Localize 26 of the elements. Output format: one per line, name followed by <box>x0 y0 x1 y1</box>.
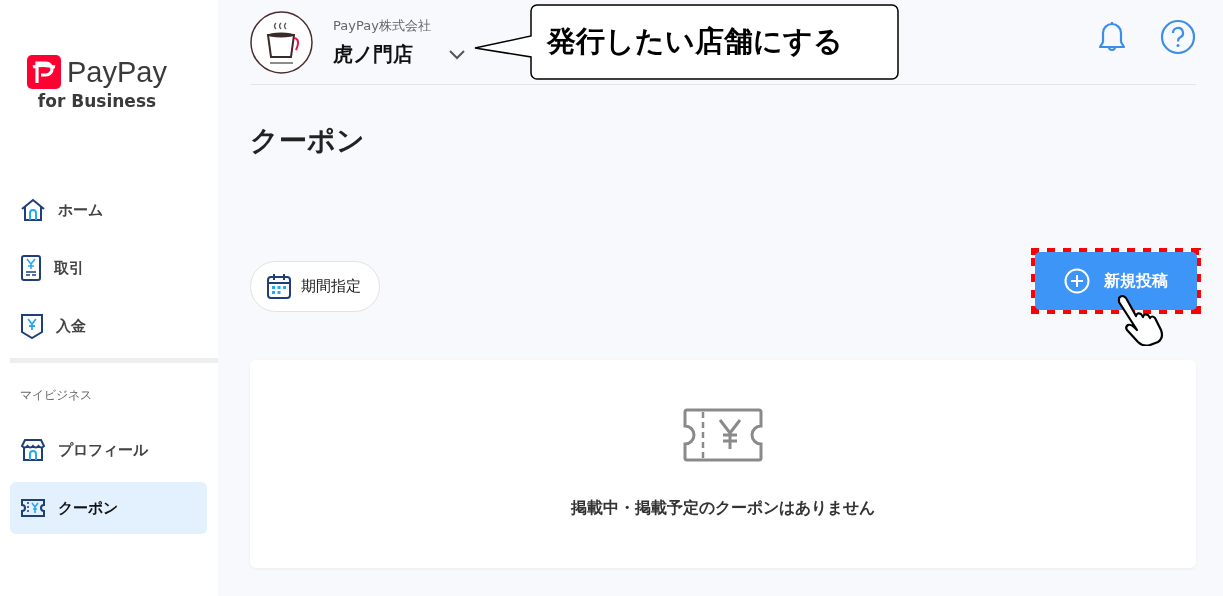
logo-icon <box>27 55 61 89</box>
sidebar-item[interactable]: 入金 <box>10 300 207 352</box>
brand-subtitle: for Business <box>37 91 157 111</box>
coupon-icon <box>20 498 46 518</box>
plus-circle-icon <box>1064 268 1090 294</box>
coupon-icon <box>683 408 763 462</box>
home-icon <box>20 198 46 222</box>
sidebar-item[interactable]: クーポン <box>10 482 207 534</box>
date-range-button[interactable]: 期間指定 <box>250 260 380 312</box>
store-logo-icon <box>250 10 313 74</box>
sidebar-item[interactable]: プロフィール <box>10 424 207 476</box>
yen-shield-icon <box>20 313 44 339</box>
section-label: マイビジネス <box>20 387 93 404</box>
shop-icon <box>20 438 46 462</box>
brand-name: PayPay <box>67 55 167 89</box>
empty-message: 掲載中・掲載予定のクーポンはありません <box>571 498 875 519</box>
sidebar-item[interactable]: ホーム <box>10 184 207 236</box>
sidebar-item[interactable]: 取引 <box>10 242 207 294</box>
calendar-icon <box>267 273 291 299</box>
chevron-down-icon[interactable] <box>449 50 465 60</box>
receipt-icon <box>20 255 42 281</box>
callout-bubble: 発行したい店舗にする <box>473 4 900 80</box>
help-icon[interactable] <box>1160 19 1196 55</box>
page-title: クーポン <box>250 123 366 159</box>
company-name: PayPay株式会社 <box>333 16 432 35</box>
store-name[interactable]: 虎ノ門店 <box>333 40 413 68</box>
